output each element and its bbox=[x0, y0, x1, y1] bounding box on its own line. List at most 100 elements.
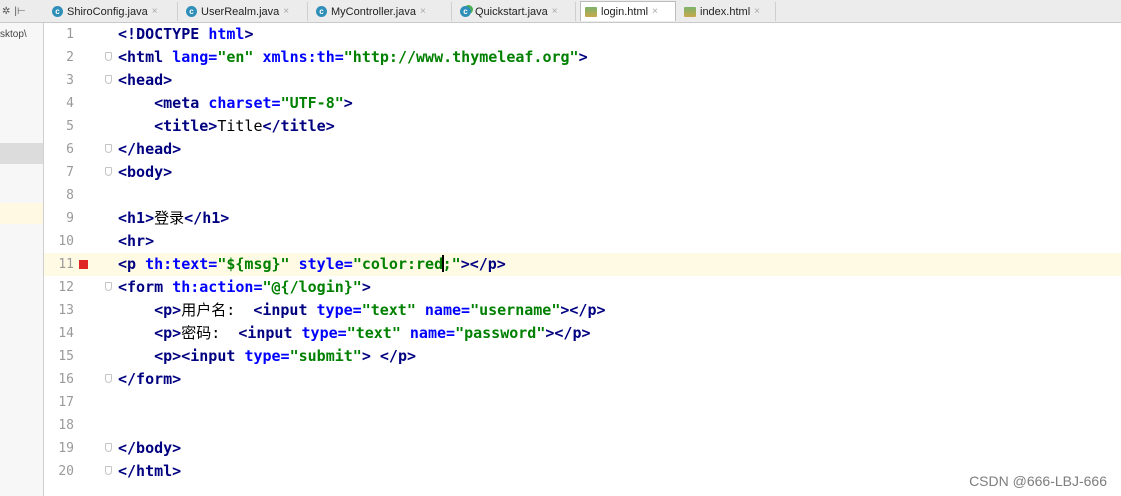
tab-label: MyController.java bbox=[331, 5, 416, 18]
code-token: <body> bbox=[118, 163, 173, 181]
code-line[interactable]: 10 <hr> bbox=[44, 230, 1121, 253]
code-token: <input bbox=[238, 324, 302, 342]
line-number[interactable]: 18 bbox=[44, 414, 74, 437]
line-number[interactable]: 4 bbox=[44, 92, 74, 115]
line-number[interactable]: 19 bbox=[44, 437, 74, 460]
tab-label: login.html bbox=[601, 5, 649, 18]
code-token: "username" bbox=[470, 301, 561, 319]
code-line[interactable]: 12 <form th:action="@{/login}"> bbox=[44, 276, 1121, 299]
code-line[interactable]: 5 <title>Title</title> bbox=[44, 115, 1121, 138]
code-token: 登录 bbox=[154, 209, 185, 227]
tab-login-html[interactable]: login.html × bbox=[580, 1, 676, 21]
line-number[interactable]: 10 bbox=[44, 230, 74, 253]
code-token: <p> bbox=[154, 301, 182, 319]
line-number[interactable]: 5 bbox=[44, 115, 74, 138]
editor-tab-bar: ✲ |⊢ c ShiroConfig.java × c UserRealm.java × c… bbox=[0, 0, 1121, 23]
code-line[interactable]: 2 <html lang="en" xmlns:th="http://www.th… bbox=[44, 46, 1121, 69]
code-token: ;" bbox=[442, 255, 461, 273]
tab-index-html[interactable]: index.html × bbox=[680, 2, 776, 21]
code-line[interactable]: 7 <body> bbox=[44, 161, 1121, 184]
line-number[interactable]: 1 bbox=[44, 23, 74, 46]
code-line[interactable]: 14 <p>密码: <input type="text" name="passw… bbox=[44, 322, 1121, 345]
code-token: "submit" bbox=[289, 347, 362, 365]
code-line[interactable]: 18 bbox=[44, 414, 1121, 437]
code-token: "en" bbox=[217, 48, 254, 66]
line-number[interactable]: 9 bbox=[44, 207, 74, 230]
project-path-label: sktop\ bbox=[0, 29, 27, 40]
code-line[interactable]: 4 <meta charset="UTF-8"> bbox=[44, 92, 1121, 115]
tab-label: ShiroConfig.java bbox=[67, 5, 148, 18]
code-token: > bbox=[343, 94, 353, 112]
code-line[interactable]: 6 </head> bbox=[44, 138, 1121, 161]
code-line[interactable]: 15 <p><input type="submit"> </p> bbox=[44, 345, 1121, 368]
line-number[interactable]: 20 bbox=[44, 460, 74, 483]
code-line[interactable]: 13 <p>用户名: <input type="text" name="user… bbox=[44, 299, 1121, 322]
code-token: "UTF-8" bbox=[280, 94, 344, 112]
fold-marker-icon[interactable] bbox=[105, 144, 112, 153]
line-number[interactable]: 3 bbox=[44, 69, 74, 92]
fold-marker-icon[interactable] bbox=[105, 75, 112, 84]
close-icon[interactable]: × bbox=[754, 6, 760, 17]
fold-marker-icon[interactable] bbox=[105, 52, 112, 61]
code-line[interactable]: 3 <head> bbox=[44, 69, 1121, 92]
code-token: "text" bbox=[361, 301, 416, 319]
close-icon[interactable]: × bbox=[152, 6, 158, 17]
tab-mycontroller-java[interactable]: c MyController.java × bbox=[312, 2, 452, 21]
code-text: <p><input type="submit"> </p> bbox=[118, 345, 416, 368]
code-line[interactable]: 19 </body> bbox=[44, 437, 1121, 460]
code-token: xmlns:th= bbox=[262, 48, 344, 66]
code-token: </h1> bbox=[184, 209, 230, 227]
code-token: "@{/login}" bbox=[262, 278, 362, 296]
project-row[interactable] bbox=[0, 203, 43, 224]
code-token: </title> bbox=[262, 117, 335, 135]
code-token: th:text= bbox=[145, 255, 218, 273]
close-icon[interactable]: × bbox=[552, 6, 558, 17]
code-line[interactable]: 1 <!DOCTYPE html> bbox=[44, 23, 1121, 46]
line-number[interactable]: 16 bbox=[44, 368, 74, 391]
tab-userrealm-java[interactable]: c UserRealm.java × bbox=[182, 2, 308, 21]
close-icon[interactable]: × bbox=[283, 6, 289, 17]
code-text: <head> bbox=[118, 69, 172, 92]
line-number[interactable]: 2 bbox=[44, 46, 74, 69]
code-line[interactable]: 9 <h1>登录</h1> bbox=[44, 207, 1121, 230]
fold-marker-icon[interactable] bbox=[105, 466, 112, 475]
code-text: </html> bbox=[118, 460, 181, 483]
pin-icon[interactable]: |⊢ bbox=[14, 6, 25, 17]
fold-marker-icon[interactable] bbox=[105, 282, 112, 291]
fold-marker-icon[interactable] bbox=[105, 443, 112, 452]
line-number[interactable]: 11 bbox=[44, 253, 74, 276]
code-token: "${msg}" bbox=[217, 255, 290, 273]
line-number[interactable]: 12 bbox=[44, 276, 74, 299]
code-token: lang= bbox=[172, 48, 218, 66]
tab-label: index.html bbox=[700, 5, 751, 18]
project-selected-row[interactable] bbox=[0, 143, 43, 164]
breakpoint-icon[interactable] bbox=[79, 260, 88, 269]
tab-shiroconfig-java[interactable]: c ShiroConfig.java × bbox=[48, 2, 178, 21]
code-line[interactable]: 11 <p th:text="${msg}" style="color:red;"… bbox=[44, 253, 1121, 276]
line-number[interactable]: 8 bbox=[44, 184, 74, 207]
code-text: <p th:text="${msg}" style="color:red;"><… bbox=[118, 253, 506, 276]
code-line[interactable]: 16 </form> bbox=[44, 368, 1121, 391]
tab-quickstart-java[interactable]: c Quickstart.java × bbox=[456, 2, 576, 21]
line-number[interactable]: 7 bbox=[44, 161, 74, 184]
code-token: <h1> bbox=[118, 209, 155, 227]
code-line[interactable]: 8 bbox=[44, 184, 1121, 207]
code-editor[interactable]: 1 <!DOCTYPE html> 2 <html lang="en" xmlns:t… bbox=[44, 23, 1121, 496]
line-number[interactable]: 14 bbox=[44, 322, 74, 345]
line-number[interactable]: 17 bbox=[44, 391, 74, 414]
fold-marker-icon[interactable] bbox=[105, 167, 112, 176]
settings-icon[interactable]: ✲ bbox=[2, 6, 10, 17]
close-icon[interactable]: × bbox=[652, 6, 658, 17]
code-token: "text" bbox=[346, 324, 401, 342]
code-token: type= bbox=[301, 324, 347, 342]
code-text: </body> bbox=[118, 437, 181, 460]
code-line[interactable]: 20 </html> bbox=[44, 460, 1121, 483]
line-number[interactable]: 13 bbox=[44, 299, 74, 322]
line-number[interactable]: 15 bbox=[44, 345, 74, 368]
line-number[interactable]: 6 bbox=[44, 138, 74, 161]
close-icon[interactable]: × bbox=[420, 6, 426, 17]
fold-marker-icon[interactable] bbox=[105, 374, 112, 383]
code-line[interactable]: 17 bbox=[44, 391, 1121, 414]
